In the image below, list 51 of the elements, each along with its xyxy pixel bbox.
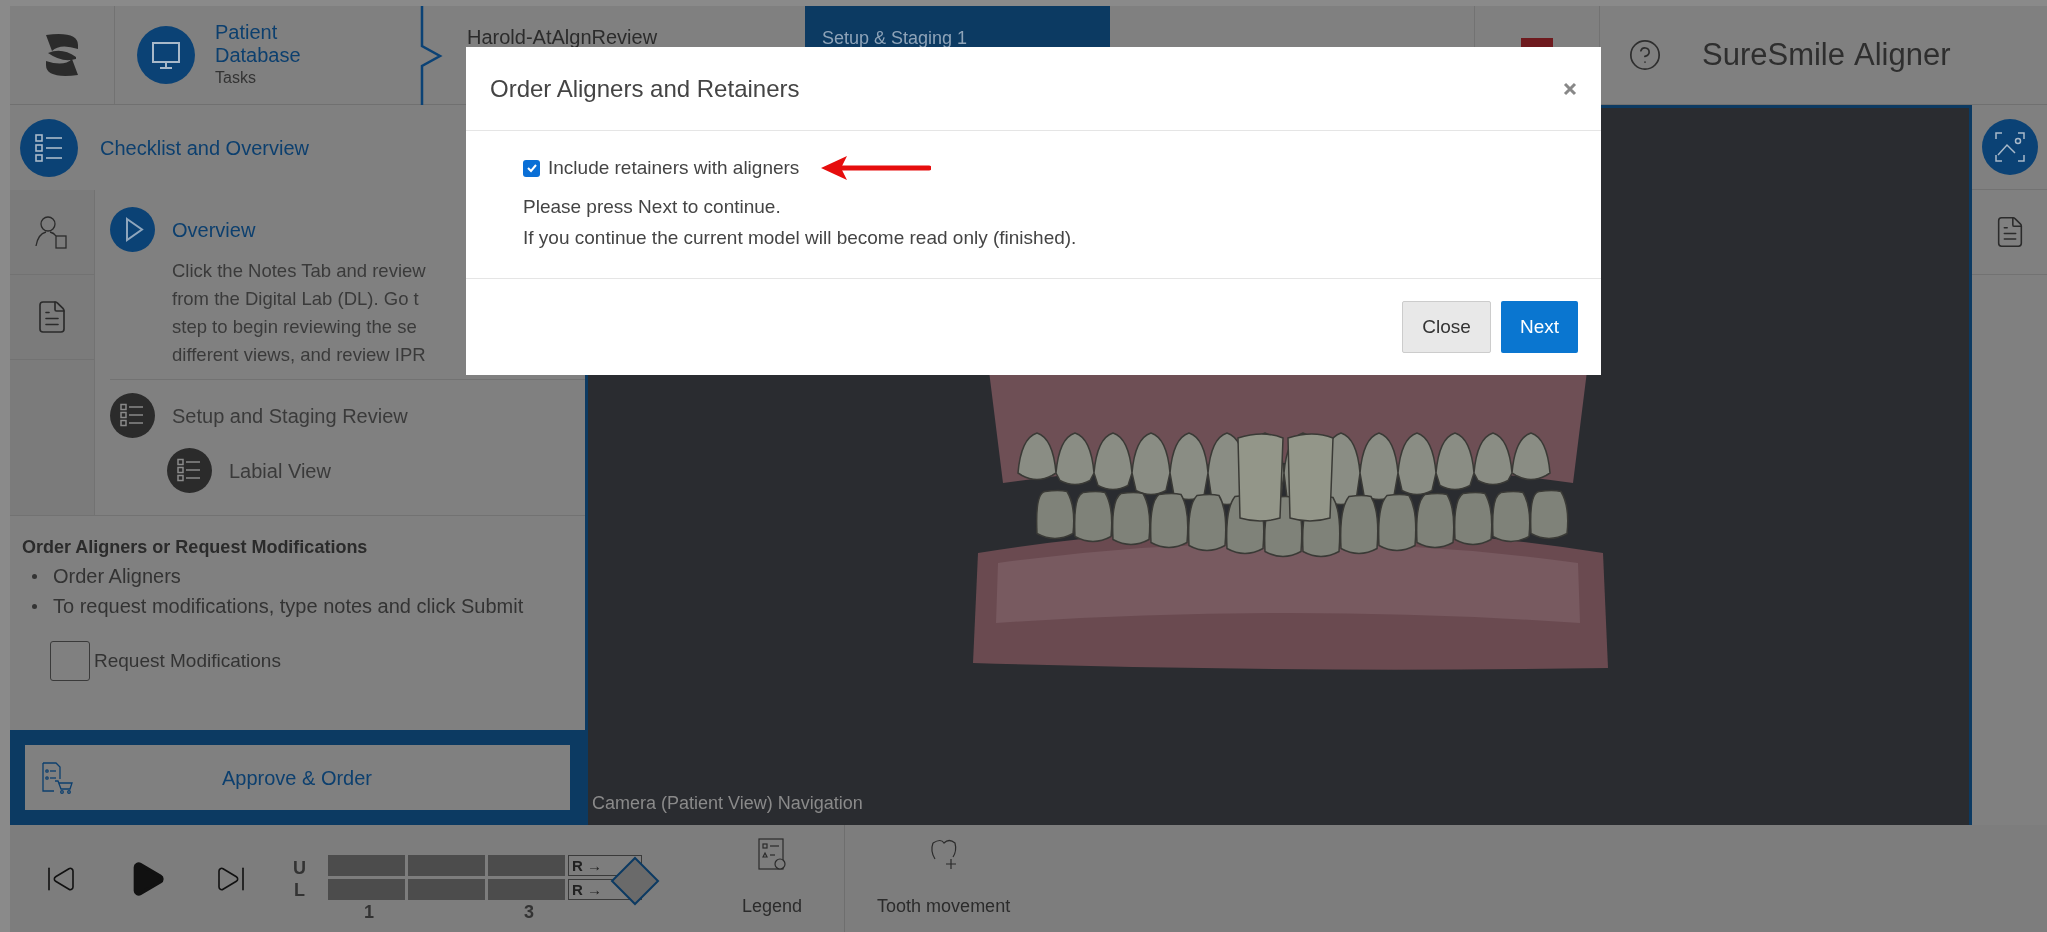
stage-cell[interactable] xyxy=(328,854,405,876)
section-title: Order Aligners or Request Modifications xyxy=(22,536,369,559)
play-icon xyxy=(110,207,155,252)
checkbox[interactable] xyxy=(523,159,540,177)
tooth-movement-button[interactable]: Tooth movement xyxy=(845,825,1043,932)
close-icon[interactable] xyxy=(1563,81,1577,96)
bullet-text: Order Aligners xyxy=(53,564,181,589)
picture-view-icon[interactable] xyxy=(1981,119,2038,175)
list-icon xyxy=(110,393,155,438)
bullet-text: To request modifications, type notes and click Submit xyxy=(53,594,524,619)
stage-cell[interactable] xyxy=(408,854,485,876)
checklist-item-title[interactable]: Overview xyxy=(172,214,256,245)
dialog-title: Order Aligners and Retainers xyxy=(490,73,800,104)
slider-handle[interactable] xyxy=(610,855,660,906)
checklist-item-title[interactable]: Setup and Staging Review xyxy=(172,400,408,431)
bullet-icon xyxy=(32,574,37,579)
stage-cell[interactable] xyxy=(328,878,405,900)
arch-label: L xyxy=(294,878,305,901)
legend-icon xyxy=(757,837,788,871)
next-button[interactable]: Next xyxy=(1500,301,1578,353)
overview-text-line: step to begin reviewing the se xyxy=(172,315,418,339)
viewport-caption: Camera (Patient View) Navigation xyxy=(592,792,863,815)
legend-button[interactable]: Legend xyxy=(700,825,846,932)
checklist-item-title[interactable]: Labial View xyxy=(229,455,331,486)
patient-file-icon[interactable] xyxy=(34,214,70,250)
breadcrumb-title[interactable]: Patient Database xyxy=(215,21,315,67)
order-cart-icon xyxy=(40,760,74,795)
stage-cell[interactable] xyxy=(488,878,565,900)
list-icon xyxy=(167,448,212,493)
stage-cell[interactable] xyxy=(488,854,565,876)
checklist-title: Checklist and Overview xyxy=(100,135,309,161)
overview-text-line: Click the Notes Tab and review xyxy=(172,259,427,283)
stage-number: 3 xyxy=(524,902,535,921)
checkbox-label: Request Modifications xyxy=(94,648,281,673)
checkbox[interactable] xyxy=(50,641,90,681)
breadcrumb-subtitle: Tasks xyxy=(215,68,257,88)
patient-name: Harold-AtAlgnReview xyxy=(467,26,658,48)
overview-text-line: different views, and review IPR xyxy=(172,343,427,367)
arch-label: U xyxy=(293,856,306,879)
approve-order-button[interactable]: Approve & Order xyxy=(25,745,570,810)
checkmark-icon xyxy=(525,162,538,174)
bullet-icon xyxy=(32,604,37,609)
stage-number: 1 xyxy=(364,902,374,921)
overview-text-line: from the Digital Lab (DL). Go t xyxy=(172,287,420,311)
brand-name: SureSmile xyxy=(1702,35,1845,74)
checklist-icon[interactable] xyxy=(20,118,78,177)
help-icon[interactable] xyxy=(1628,38,1662,72)
stage-cell[interactable] xyxy=(408,878,485,900)
product-name: Aligner xyxy=(1854,35,1951,74)
close-button[interactable]: Close xyxy=(1402,301,1491,353)
monitor-icon[interactable] xyxy=(137,26,195,84)
